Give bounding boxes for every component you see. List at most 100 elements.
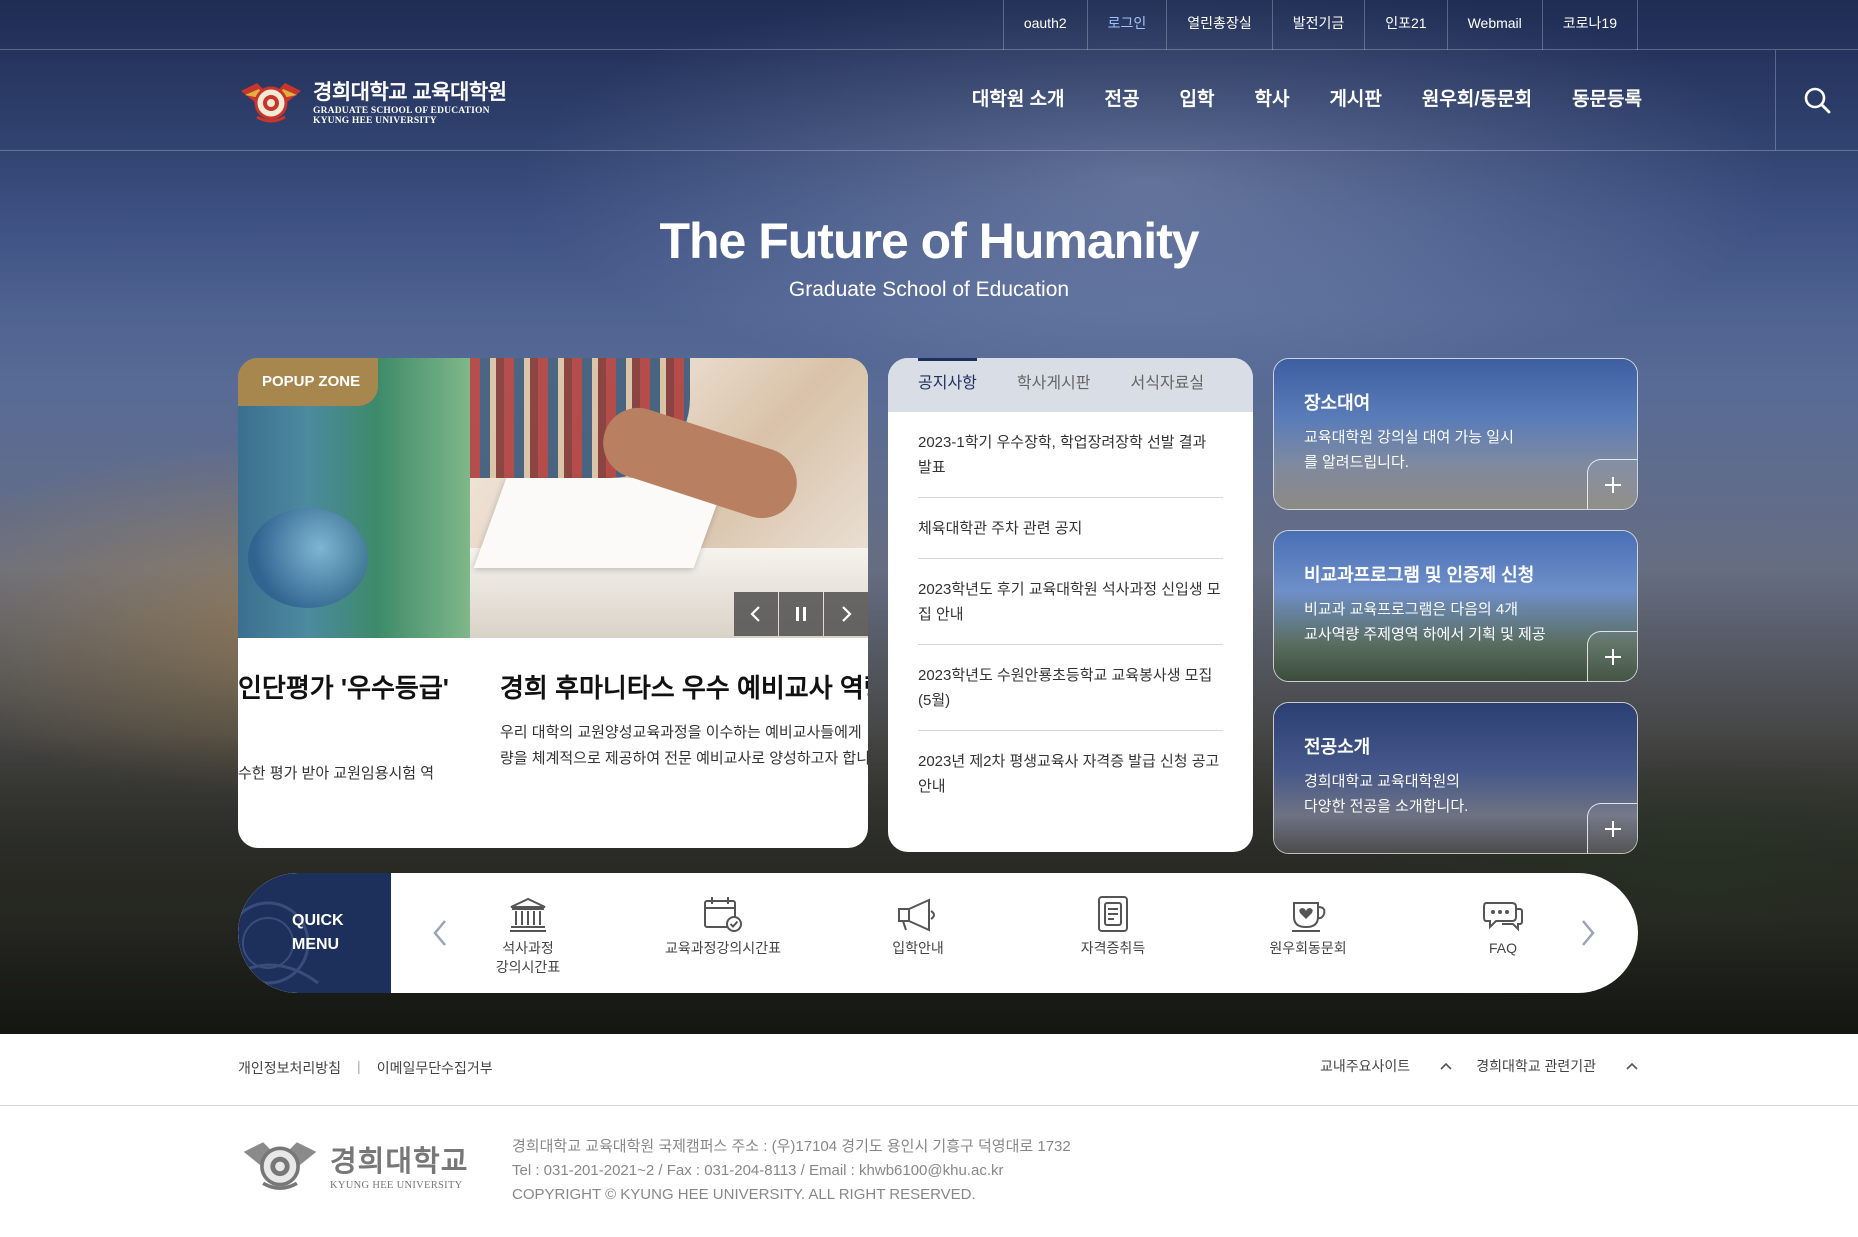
campus-sites-dropdown[interactable]: 교내주요사이트 (1320, 1056, 1452, 1076)
banner-extracurricular[interactable]: 비교과프로그램 및 인증제 신청 비교과 교육프로그램은 다음의 4개 교사역량… (1273, 530, 1638, 682)
pause-icon (796, 607, 806, 621)
chevron-up-icon (1626, 1062, 1638, 1070)
footer-logo-korean: 경희대학교 (330, 1145, 469, 1178)
nav-alumni-register[interactable]: 동문등록 (1572, 50, 1642, 150)
logo-korean: 경희대학교 교육대학원 (313, 81, 507, 104)
popup-prev-button[interactable] (734, 592, 778, 636)
hero-headline: The Future of Humanity Graduate School o… (0, 212, 1858, 302)
quick-item-label: 입학안내 (892, 940, 944, 956)
util-link-president[interactable]: 열린총장실 (1167, 0, 1273, 50)
footer-links-bar: 개인정보처리방침 | 이메일무단수집거부 교내주요사이트 경희대학교 관련기관 (0, 1034, 1858, 1106)
quick-menu-label-line1: QUICK (292, 912, 344, 929)
utility-nav: oauth2 로그인 열린총장실 발전기금 인포21 Webmail 코로나19 (1002, 0, 1638, 50)
notice-item[interactable]: 체육대학관 주차 관련 공지 (918, 498, 1223, 559)
plus-icon (1604, 476, 1621, 493)
site-logo[interactable]: 경희대학교 교육대학원 GRADUATE SCHOOL OF EDUCATION… (237, 76, 507, 126)
popup-zone: POPUP ZONE 인단평가 '우수등급' 수한 평가 받아 교원임용시험 역… (238, 358, 868, 848)
util-link-oauth2[interactable]: oauth2 (1004, 0, 1088, 50)
quick-menu: QUICK MENU 석사과정 강의시간표 교육과정강의시간표 입학안내 자격증… (238, 873, 1638, 993)
megaphone-icon (898, 898, 935, 932)
nav-major[interactable]: 전공 (1105, 50, 1140, 150)
quick-menu-label: QUICK MENU (238, 873, 391, 993)
quick-item-label: 석사과정 강의시간표 (495, 940, 561, 975)
notice-item[interactable]: 2023학년도 수원안룡초등학교 교육봉사생 모집 (5월) (918, 645, 1223, 731)
main-nav: 대학원 소개 전공 입학 학사 게시판 원우회/동문회 동문등록 (932, 50, 1642, 150)
chat-bubbles-icon (1483, 902, 1523, 932)
institution-icon (510, 897, 546, 932)
quick-item-master-timetable[interactable]: 석사과정 강의시간표 (448, 885, 608, 977)
nav-academic[interactable]: 학사 (1254, 50, 1289, 150)
popup-pause-button[interactable] (779, 592, 823, 636)
plus-icon (1604, 648, 1621, 665)
quick-item-faq[interactable]: FAQ (1423, 885, 1583, 958)
certificate-icon (1098, 896, 1128, 932)
notice-tabs: 공지사항 학사게시판 서식자료실 (888, 358, 1253, 412)
nav-admission[interactable]: 입학 (1180, 50, 1215, 150)
banner-title: 전공소개 (1304, 737, 1371, 757)
popup-slide2-desc: 우리 대학의 교원양성교육과정을 이수하는 예비교사들에게 량을 체계적으로 제… (500, 720, 868, 772)
notice-item[interactable]: 2023년 제2차 평생교육사 자격증 발급 신청 공고 안내 (918, 731, 1223, 816)
tab-notice[interactable]: 공지사항 (918, 358, 977, 412)
banner-more-button[interactable] (1587, 631, 1637, 681)
email-refusal-link[interactable]: 이메일무단수집거부 (377, 1058, 493, 1078)
quick-next-button[interactable] (1573, 913, 1603, 953)
utility-bar: oauth2 로그인 열린총장실 발전기금 인포21 Webmail 코로나19 (0, 0, 1858, 50)
footer-site-selectors: 교내주요사이트 경희대학교 관련기관 (1296, 1056, 1638, 1076)
heart-cup-icon (1292, 902, 1326, 932)
chevron-up-icon (1440, 1062, 1452, 1070)
quick-menu-label-line2: MENU (292, 936, 340, 953)
quick-item-curriculum-timetable[interactable]: 교육과정강의시간표 (643, 885, 803, 958)
util-link-fund[interactable]: 발전기금 (1273, 0, 1366, 50)
popup-controls (734, 592, 868, 636)
quick-item-label: FAQ (1488, 940, 1517, 956)
popup-slide2-desc-line2: 량을 체계적으로 제공하여 전문 예비교사로 양성하고자 합니 (500, 750, 868, 767)
banner-space-rental[interactable]: 장소대여 교육대학원 강의실 대여 가능 일시 를 알려드립니다. (1273, 358, 1638, 510)
notice-item[interactable]: 2023-1학기 우수장학, 학업장려장학 선발 결과 발표 (918, 412, 1223, 498)
logo-english-line1: GRADUATE SCHOOL OF EDUCATION (313, 106, 490, 116)
campus-sites-label: 교내주요사이트 (1320, 1058, 1411, 1074)
footer: 경희대학교 KYUNG HEE UNIVERSITY 경희대학교 교육대학원 국… (0, 1107, 1858, 1237)
banner-more-button[interactable] (1587, 803, 1637, 853)
notice-item[interactable]: 2023학년도 후기 교육대학원 석사과정 신입생 모집 안내 (918, 559, 1223, 645)
chevron-right-icon (1582, 920, 1595, 946)
util-link-info21[interactable]: 인포21 (1365, 0, 1448, 50)
footer-address: 경희대학교 교육대학원 국제캠퍼스 주소 : (우)17104 경기도 용인시 … (512, 1138, 1071, 1155)
quick-item-admission[interactable]: 입학안내 (838, 885, 998, 958)
util-link-login[interactable]: 로그인 (1088, 0, 1168, 50)
util-link-covid19[interactable]: 코로나19 (1543, 0, 1638, 50)
banner-title: 장소대여 (1304, 393, 1371, 413)
footer-copyright: COPYRIGHT © KYUNG HEE UNIVERSITY. ALL RI… (512, 1186, 976, 1203)
tab-forms[interactable]: 서식자료실 (1131, 358, 1205, 412)
nav-board[interactable]: 게시판 (1329, 50, 1381, 150)
quick-item-certificate[interactable]: 자격증취득 (1033, 885, 1193, 958)
nav-alumni[interactable]: 원우회/동문회 (1422, 50, 1532, 150)
quick-item-label: 교육과정강의시간표 (665, 940, 781, 956)
footer-info: 경희대학교 교육대학원 국제캠퍼스 주소 : (우)17104 경기도 용인시 … (512, 1135, 1071, 1207)
nav-about[interactable]: 대학원 소개 (972, 50, 1065, 150)
notice-list: 2023-1학기 우수장학, 학업장려장학 선발 결과 발표 체육대학관 주차 … (888, 412, 1253, 816)
banner-more-button[interactable] (1587, 459, 1637, 509)
search-button[interactable] (1775, 50, 1858, 150)
banner-title: 비교과프로그램 및 인증제 신청 (1304, 565, 1535, 585)
university-emblem-icon (243, 1142, 317, 1190)
popup-slide1-desc: 수한 평가 받아 교원임용시험 역 (238, 765, 435, 782)
popup-slide1-title[interactable]: 인단평가 '우수등급' (238, 668, 449, 705)
separator: | (357, 1058, 361, 1074)
hero-title: The Future of Humanity (659, 213, 1199, 269)
popup-slide2-desc-line1: 우리 대학의 교원양성교육과정을 이수하는 예비교사들에게 (500, 724, 862, 741)
quick-item-label: 원우회동문회 (1269, 940, 1347, 956)
util-link-webmail[interactable]: Webmail (1448, 0, 1543, 50)
related-institutions-label: 경희대학교 관련기관 (1476, 1058, 1596, 1074)
banner-desc: 경희대학교 교육대학원의 다양한 전공을 소개합니다. (1304, 773, 1469, 815)
footer-logo: 경희대학교 KYUNG HEE UNIVERSITY (238, 1135, 468, 1193)
plus-icon (1604, 820, 1621, 837)
tab-academic-board[interactable]: 학사게시판 (1017, 358, 1091, 412)
popup-slide2-title[interactable]: 경희 후마니타스 우수 예비교사 역량 (500, 668, 868, 705)
popup-next-button[interactable] (824, 592, 868, 636)
related-institutions-dropdown[interactable]: 경희대학교 관련기관 (1476, 1056, 1638, 1076)
banner-major-intro[interactable]: 전공소개 경희대학교 교육대학원의 다양한 전공을 소개합니다. (1273, 702, 1638, 854)
quick-item-alumni[interactable]: 원우회동문회 (1228, 885, 1388, 958)
notice-board: 공지사항 학사게시판 서식자료실 2023-1학기 우수장학, 학업장려장학 선… (888, 358, 1253, 852)
popup-zone-tag: POPUP ZONE (238, 358, 378, 406)
privacy-policy-link[interactable]: 개인정보처리방침 (238, 1058, 341, 1078)
